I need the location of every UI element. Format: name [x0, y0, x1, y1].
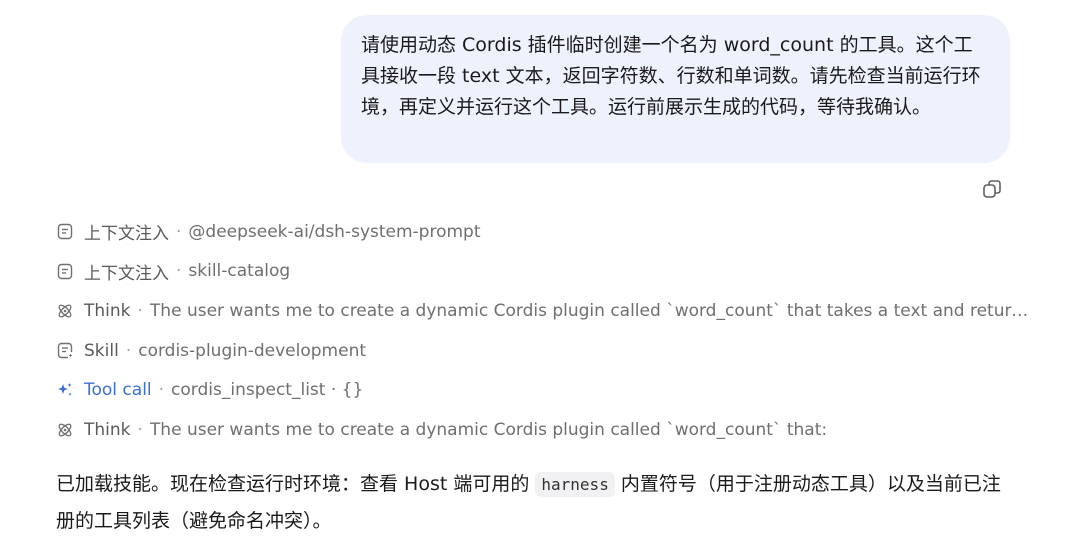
step-detail: cordis_inspect_list · {} [171, 380, 364, 401]
step-detail: The user wants me to create a dynamic Co… [149, 419, 828, 440]
step-kind: 上下文注入 [84, 263, 169, 284]
step-skill[interactable]: Skill · cordis-plugin-development [56, 331, 1036, 371]
step-separator: · [158, 380, 165, 401]
step-detail: @deepseek-ai/dsh-system-prompt [188, 221, 481, 242]
sparkle-icon [56, 381, 74, 399]
step-detail: skill-catalog [188, 261, 291, 282]
chat-page: 请使用动态 Cordis 插件临时创建一个名为 word_count 的工具。这… [0, 0, 1080, 549]
step-separator: · [176, 221, 182, 242]
document-icon [56, 262, 74, 280]
assistant-answer-text: 已加载技能。现在检查运行时环境：查看 Host 端可用的 [56, 473, 536, 495]
step-separator: · [176, 261, 182, 282]
step-kind: 上下文注入 [84, 224, 169, 245]
copy-icon [981, 178, 1003, 200]
copy-button[interactable] [981, 178, 1003, 200]
step-think[interactable]: Think · The user wants me to create a dy… [56, 291, 1036, 331]
step-kind: Think [84, 300, 131, 321]
agent-steps-list: 上下文注入 · @deepseek-ai/dsh-system-prompt 上… [56, 212, 1036, 450]
step-detail: The user wants me to create a dynamic Co… [149, 300, 1036, 321]
user-message-text: 请使用动态 Cordis 插件临时创建一个名为 word_count 的工具。这… [361, 34, 981, 118]
skill-icon [56, 342, 74, 360]
step-kind: Tool call [84, 380, 152, 401]
assistant-answer: 已加载技能。现在检查运行时环境：查看 Host 端可用的 harness 内置符… [56, 466, 1016, 539]
inline-code: harness [535, 472, 615, 497]
step-kind: Skill [84, 340, 119, 361]
user-message-bubble: 请使用动态 Cordis 插件临时创建一个名为 word_count 的工具。这… [341, 15, 1010, 163]
step-tool-call[interactable]: Tool call · cordis_inspect_list · {} [56, 370, 1036, 410]
step-think[interactable]: Think · The user wants me to create a dy… [56, 410, 1036, 450]
step-detail: cordis-plugin-development [138, 340, 367, 361]
step-separator: · [125, 340, 132, 361]
step-context-injection[interactable]: 上下文注入 · skill-catalog [56, 252, 1036, 292]
step-separator: · [137, 300, 143, 321]
document-icon [56, 223, 74, 241]
step-kind: Think [84, 419, 131, 440]
step-context-injection[interactable]: 上下文注入 · @deepseek-ai/dsh-system-prompt [56, 212, 1036, 252]
think-icon [56, 421, 74, 439]
step-separator: · [137, 419, 143, 440]
think-icon [56, 302, 74, 320]
